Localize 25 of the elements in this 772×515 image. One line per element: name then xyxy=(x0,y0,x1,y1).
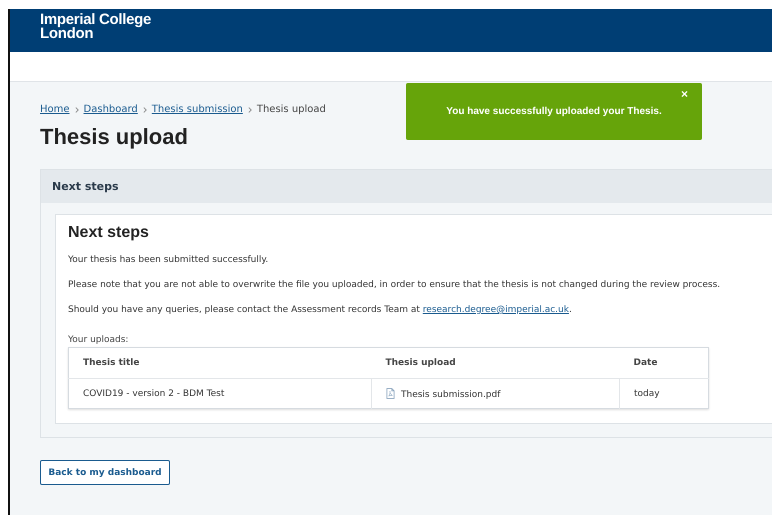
paragraph: Please note that you are not able to overwrite the file you uploaded, in order to ensure that the thesis is not changed during the review process. xyxy=(68,279,722,292)
logo[interactable]: Imperial College London xyxy=(40,13,152,41)
table-cell: COVID19 - version 2 - BDM Test xyxy=(68,378,372,408)
panel-heading: Next steps xyxy=(41,170,772,203)
back-button[interactable]: Back to my dashboard xyxy=(40,460,170,485)
table-cell: today xyxy=(620,378,708,408)
breadcrumb-link[interactable]: Thesis submission xyxy=(152,104,243,115)
breadcrumb-link[interactable]: Dashboard xyxy=(84,104,138,115)
column-header: Date xyxy=(620,348,708,378)
paragraph: Should you have any queries, please contact the Assessment records Team at research.degree@imperial.ac.uk. xyxy=(68,304,573,317)
email-link[interactable]: research.degree@imperial.ac.uk xyxy=(422,305,569,315)
page-title: Thesis upload xyxy=(40,124,189,151)
toast-message: You have successfully uploaded your Thesis. xyxy=(446,106,662,117)
uploads-label: Your uploads: xyxy=(68,335,130,345)
card-title: Next steps xyxy=(68,224,150,242)
column-header: Thesis upload xyxy=(372,348,620,378)
breadcrumb-current: Thesis upload xyxy=(256,104,326,115)
column-header: Thesis title xyxy=(68,348,372,378)
pdf-file-icon xyxy=(386,388,395,398)
file-link[interactable]: Thesis submission.pdf xyxy=(401,390,500,400)
breadcrumb-link[interactable]: Home xyxy=(40,104,70,115)
chevron-icon xyxy=(142,106,147,112)
chevron-icon xyxy=(248,106,252,112)
paragraph: Your thesis has been submitted successfully. xyxy=(68,254,270,267)
chevron-icon xyxy=(74,106,79,112)
